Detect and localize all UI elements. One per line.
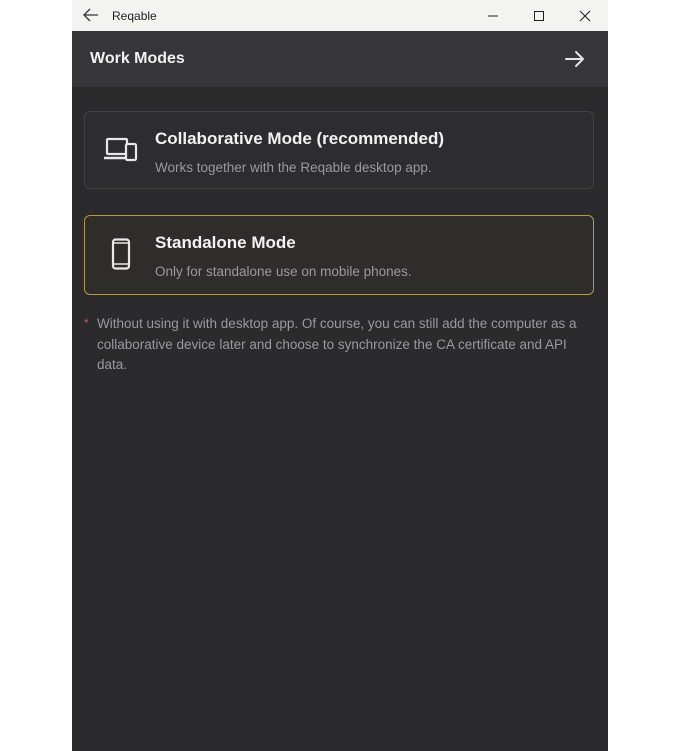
maximize-button[interactable]	[516, 0, 562, 31]
minimize-button[interactable]	[470, 0, 516, 31]
standalone-mode-description: Only for standalone use on mobile phones…	[155, 264, 412, 279]
window-title: Reqable	[112, 9, 157, 23]
standalone-mode-title: Standalone Mode	[155, 233, 296, 252]
standalone-mode-option[interactable]: Standalone Mode Only for standalone use …	[84, 215, 594, 295]
close-button[interactable]	[562, 0, 608, 31]
window-titlebar: Reqable	[72, 0, 608, 31]
close-icon	[579, 10, 591, 21]
minimize-icon	[488, 15, 498, 16]
next-button[interactable]	[562, 47, 588, 71]
maximize-icon	[534, 10, 544, 21]
collaborative-mode-title: Collaborative Mode (recommended)	[155, 129, 445, 148]
devices-icon	[103, 134, 139, 166]
back-button[interactable]	[78, 3, 104, 27]
app-window: Reqable Work Modes Collaborative Mode (r…	[72, 0, 608, 751]
note-text: Without using it with desktop app. Of co…	[97, 316, 577, 372]
collaborative-mode-option[interactable]: Collaborative Mode (recommended) Works t…	[84, 111, 594, 189]
page-title: Work Modes	[90, 50, 185, 67]
arrow-left-icon	[83, 8, 98, 22]
arrow-right-icon	[565, 51, 584, 67]
note-marker: *	[84, 316, 89, 330]
page-header: Work Modes	[72, 31, 608, 87]
smartphone-icon	[103, 238, 139, 270]
collaborative-mode-description: Works together with the Reqable desktop …	[155, 160, 432, 175]
